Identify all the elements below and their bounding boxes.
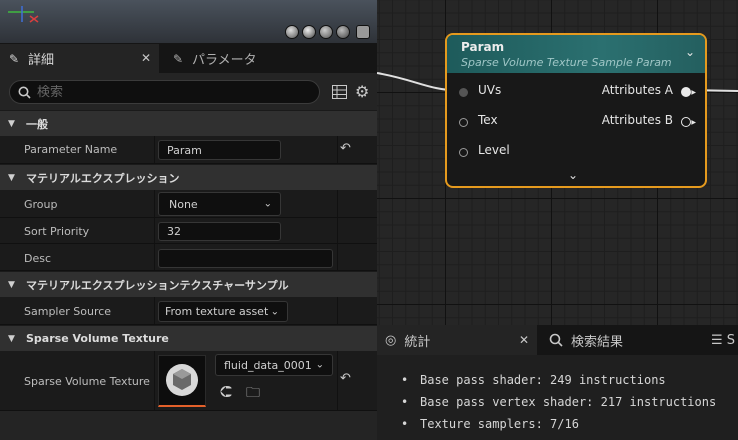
node-title: Param [461,40,505,54]
section-general[interactable]: ▼ 一般 [0,110,377,136]
sampler-source-label: Sampler Source [24,305,112,318]
input-label-uvs: UVs [478,83,502,97]
section-texture-sample-label: マテリアルエクスプレッションテクスチャーサンプル [26,278,289,292]
parameter-name-label: Parameter Name [24,143,118,156]
tab-details-label: 詳細 [28,53,55,68]
preview-cylinder-icon[interactable] [285,25,299,39]
list-item: Base pass shader: 249 instructions [401,369,716,391]
asset-thumbnail[interactable] [158,355,206,407]
pin-arrow-icon: ▶ [691,119,696,126]
group-combo[interactable]: None ⌄ [158,192,281,216]
expand-chevron-icon[interactable]: ⌄ [568,168,578,182]
output-pin-attributes-b[interactable] [681,117,691,127]
tab-overflow[interactable]: ☰ S [707,325,738,355]
row-sparse-volume-texture: Sparse Volume Texture fluid_data_0001 ⌄ … [0,351,377,411]
stats-tabbar: ◎ 統計 ✕ 検索結果 ☰ S [377,325,738,355]
row-desc: Desc [0,244,377,271]
tab-stats-label: 統計 [404,334,431,350]
caret-down-icon: ▼ [8,118,15,129]
list-item: Base pass vertex shader: 217 instruction… [401,391,716,413]
tab-parameters-label: パラメータ [192,53,257,68]
preview-cube-icon[interactable] [336,25,350,39]
pencil-icon: ✎ [8,51,20,66]
reset-arrow-icon[interactable]: ↶ [340,371,351,386]
group-label: Group [24,198,58,211]
asset-picker-combo[interactable]: fluid_data_0001 ⌄ [215,354,333,376]
list-icon: ☰ S [711,332,736,348]
axis-gizmo-icon [8,6,39,23]
section-svt-label: Sparse Volume Texture [26,332,169,345]
stats-panel: ◎ 統計 ✕ 検索結果 ☰ S Base pass shader: 249 in… [377,325,738,440]
preview-sphere-icon[interactable] [302,25,316,39]
stats-icon: ◎ [385,332,397,348]
volume-cube-icon [166,364,198,396]
parameter-name-value: Param [167,143,202,157]
input-label-tex: Tex [478,113,498,127]
tab-search-results-label: 検索結果 [571,334,624,350]
row-parameter-name: Parameter Name Param ↶ [0,136,377,164]
preview-plane-icon[interactable] [319,25,333,39]
input-pin-tex[interactable] [459,118,468,127]
input-pin-uvs[interactable] [459,88,468,97]
search-row: ⚙ [0,73,377,112]
tab-search-results[interactable]: 検索結果 [543,325,693,355]
list-item: Texture samplers: 7/16 [401,413,716,435]
details-panel: ✎ 詳細 ✕ ✎ パラメータ ⚙ ▼ 一般 Parameter Name Par… [0,44,377,440]
caret-down-icon: ▼ [8,333,15,344]
use-selected-arrow-icon[interactable]: ⮈ [220,382,232,402]
row-sampler-source: Sampler Source From texture asset ⌄ [0,297,377,325]
search-icon [18,86,31,99]
row-group: Group None ⌄ [0,190,377,218]
browse-folder-icon[interactable]: 🗀 [246,382,260,406]
caret-down-icon: ▼ [8,279,15,290]
parameter-name-field[interactable]: Param [158,140,281,160]
output-pin-attributes-a[interactable] [681,87,691,97]
sort-priority-label: Sort Priority [24,225,90,238]
search-field[interactable] [9,80,320,104]
close-icon[interactable]: ✕ [519,333,529,347]
section-general-label: 一般 [26,117,48,131]
node-subtitle: Sparse Volume Texture Sample Param [461,56,672,69]
material-graph[interactable]: Param Sparse Volume Texture Sample Param… [377,0,738,325]
sparse-volume-texture-label: Sparse Volume Texture [24,375,150,388]
pencil-icon: ✎ [172,51,184,66]
desc-field[interactable] [158,249,333,268]
section-sparse-volume-texture[interactable]: ▼ Sparse Volume Texture [0,325,377,351]
details-tabbar: ✎ 詳細 ✕ ✎ パラメータ [0,44,377,73]
chevron-down-icon[interactable]: ⌄ [685,45,695,59]
sort-priority-value: 32 [167,225,181,238]
preview-mesh-icon[interactable] [356,25,370,39]
section-texture-sample[interactable]: ▼ マテリアルエクスプレッションテクスチャーサンプル [0,271,377,297]
param-node[interactable]: Param Sparse Volume Texture Sample Param… [445,33,707,188]
caret-down-icon: ▼ [8,172,15,183]
output-label-attributes-b: Attributes B [601,113,673,127]
tab-parameters[interactable]: ✎ パラメータ [164,44,314,73]
material-preview-viewport[interactable] [0,0,377,43]
table-view-icon[interactable] [332,85,347,99]
reset-arrow-icon[interactable]: ↶ [340,141,351,156]
search-input[interactable] [37,84,297,100]
sampler-source-combo[interactable]: From texture asset ⌄ [158,301,288,322]
input-label-level: Level [478,143,510,157]
close-icon[interactable]: ✕ [141,51,151,65]
search-icon [549,333,563,347]
section-material-expression-label: マテリアルエクスプレッション [26,171,180,185]
stats-list: Base pass shader: 249 instructions Base … [401,369,716,435]
chevron-down-icon: ⌄ [270,306,279,317]
gear-icon[interactable]: ⚙ [355,82,369,101]
asset-name-value: fluid_data_0001 [224,358,312,372]
chevron-down-icon: ⌄ [315,359,324,371]
desc-label: Desc [24,252,52,265]
group-value: None [169,197,198,211]
section-material-expression[interactable]: ▼ マテリアルエクスプレッション [0,164,377,190]
input-pin-level[interactable] [459,148,468,157]
tab-details[interactable]: ✎ 詳細 ✕ [0,44,159,73]
tab-stats[interactable]: ◎ 統計 ✕ [377,325,537,355]
chevron-down-icon: ⌄ [263,198,272,210]
pin-arrow-icon: ▶ [691,89,696,96]
output-label-attributes-a: Attributes A [601,83,673,97]
sampler-source-value: From texture asset [165,305,269,318]
sort-priority-field[interactable]: 32 [158,222,281,241]
row-sort-priority: Sort Priority 32 [0,218,377,244]
